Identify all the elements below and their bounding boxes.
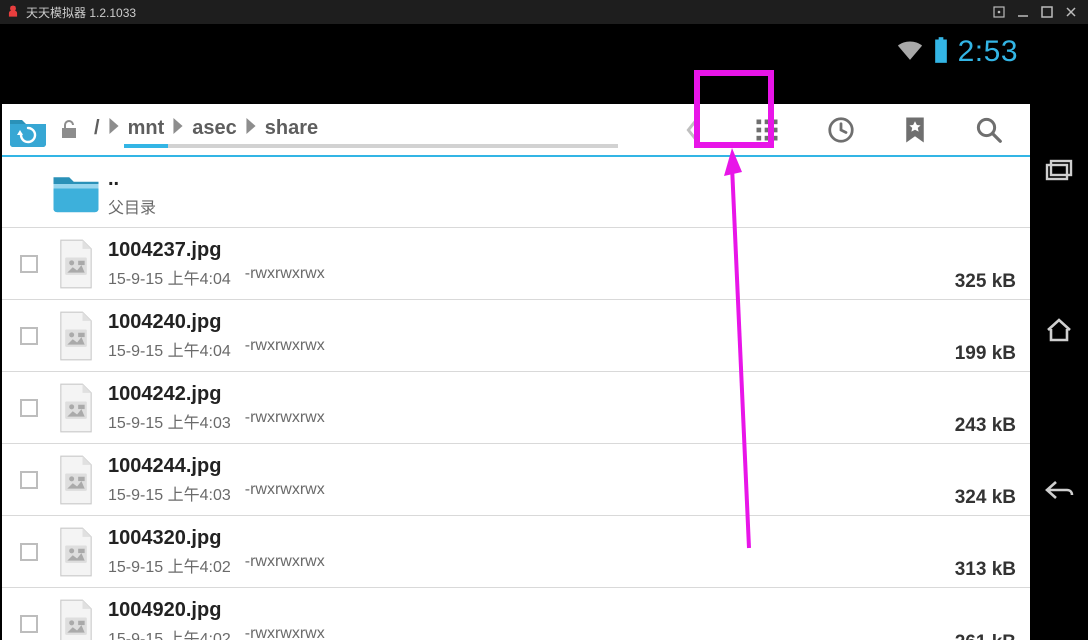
file-row[interactable]: 1004237.jpg 15-9-15 上午4:04 -rwxrwxrwx 32… — [2, 228, 1030, 300]
back-nav-button[interactable] — [1043, 478, 1075, 507]
android-status-bar: 2:53 — [0, 24, 1030, 80]
bookmark-button[interactable] — [880, 105, 950, 155]
file-size: 313 kB — [955, 559, 1016, 587]
back-button[interactable] — [658, 105, 728, 155]
file-name: 1004240.jpg — [108, 311, 955, 334]
emulator-title: 天天模拟器 1.2.1033 — [26, 4, 136, 21]
parent-dir-name: .. — [108, 168, 1016, 191]
image-file-icon — [46, 454, 106, 506]
recent-apps-button[interactable] — [1045, 158, 1073, 187]
file-date: 15-9-15 上午4:02 — [108, 553, 231, 577]
row-checkbox[interactable] — [12, 327, 46, 345]
breadcrumb-seg1[interactable]: mnt — [122, 113, 171, 144]
file-perm: -rwxrwxrwx — [245, 265, 325, 289]
file-row[interactable]: 1004320.jpg 15-9-15 上午4:02 -rwxrwxrwx 31… — [2, 516, 1030, 588]
image-file-icon — [46, 526, 106, 578]
wifi-icon — [896, 39, 924, 66]
emulator-logo-icon — [6, 5, 20, 19]
window-maximize-button[interactable] — [1036, 1, 1058, 23]
folder-icon — [46, 170, 106, 216]
row-checkbox[interactable] — [12, 615, 46, 633]
file-size: 199 kB — [955, 343, 1016, 371]
parent-dir-desc: 父目录 — [108, 194, 156, 218]
android-screen: 2:53 / — [0, 24, 1030, 640]
file-size: 261 kB — [955, 632, 1016, 640]
chevron-right-icon — [243, 118, 259, 139]
file-date: 15-9-15 上午4:03 — [108, 481, 231, 505]
window-restore-button[interactable] — [988, 1, 1010, 23]
file-name: 1004237.jpg — [108, 239, 955, 262]
file-row[interactable]: 1004920.jpg 15-9-15 上午4:02 -rwxrwxrwx 26… — [2, 588, 1030, 640]
row-checkbox[interactable] — [12, 255, 46, 273]
app-toolbar: / mnt asec share — [2, 104, 1030, 157]
chevron-right-icon — [170, 118, 186, 139]
file-date: 15-9-15 上午4:02 — [108, 625, 231, 640]
android-system-nav — [1030, 24, 1088, 640]
row-checkbox[interactable] — [12, 471, 46, 489]
image-file-icon — [46, 310, 106, 362]
home-button[interactable] — [1044, 317, 1074, 348]
file-date: 15-9-15 上午4:04 — [108, 265, 231, 289]
row-checkbox[interactable] — [12, 399, 46, 417]
file-perm: -rwxrwxrwx — [245, 337, 325, 361]
row-checkbox[interactable] — [12, 543, 46, 561]
breadcrumb-seg2[interactable]: asec — [186, 113, 243, 144]
app-icon[interactable] — [6, 108, 50, 152]
file-perm: -rwxrwxrwx — [245, 553, 325, 577]
file-perm: -rwxrwxrwx — [245, 481, 325, 505]
grid-view-button[interactable] — [732, 105, 802, 155]
image-file-icon — [46, 598, 106, 640]
path-underline — [124, 144, 618, 148]
file-size: 325 kB — [955, 271, 1016, 299]
emulator-titlebar: 天天模拟器 1.2.1033 — [0, 0, 1088, 24]
file-name: 1004244.jpg — [108, 455, 955, 478]
parent-dir-row[interactable]: .. 父目录 — [2, 158, 1030, 228]
breadcrumb-root[interactable]: / — [88, 113, 106, 144]
chevron-right-icon — [106, 118, 122, 139]
unlock-icon[interactable] — [54, 118, 84, 142]
file-explorer-app: / mnt asec share — [2, 104, 1030, 640]
file-name: 1004242.jpg — [108, 383, 955, 406]
window-close-button[interactable] — [1060, 1, 1082, 23]
file-perm: -rwxrwxrwx — [245, 625, 325, 640]
battery-icon — [934, 37, 948, 68]
breadcrumb-seg3[interactable]: share — [259, 113, 324, 144]
file-size: 324 kB — [955, 487, 1016, 515]
image-file-icon — [46, 382, 106, 434]
file-size: 243 kB — [955, 415, 1016, 443]
file-name: 1004920.jpg — [108, 599, 955, 622]
file-date: 15-9-15 上午4:03 — [108, 409, 231, 433]
file-row[interactable]: 1004244.jpg 15-9-15 上午4:03 -rwxrwxrwx 32… — [2, 444, 1030, 516]
status-clock: 2:53 — [958, 35, 1018, 69]
file-row[interactable]: 1004240.jpg 15-9-15 上午4:04 -rwxrwxrwx 19… — [2, 300, 1030, 372]
search-button[interactable] — [954, 105, 1024, 155]
breadcrumb: / mnt asec share — [88, 113, 324, 147]
file-name: 1004320.jpg — [108, 527, 955, 550]
file-perm: -rwxrwxrwx — [245, 409, 325, 433]
file-list[interactable]: .. 父目录 1004237.jpg 15-9-15 上午4:04 -rwxrw… — [2, 158, 1030, 640]
file-row[interactable]: 1004242.jpg 15-9-15 上午4:03 -rwxrwxrwx 24… — [2, 372, 1030, 444]
history-button[interactable] — [806, 105, 876, 155]
image-file-icon — [46, 238, 106, 290]
window-minimize-button[interactable] — [1012, 1, 1034, 23]
file-date: 15-9-15 上午4:04 — [108, 337, 231, 361]
